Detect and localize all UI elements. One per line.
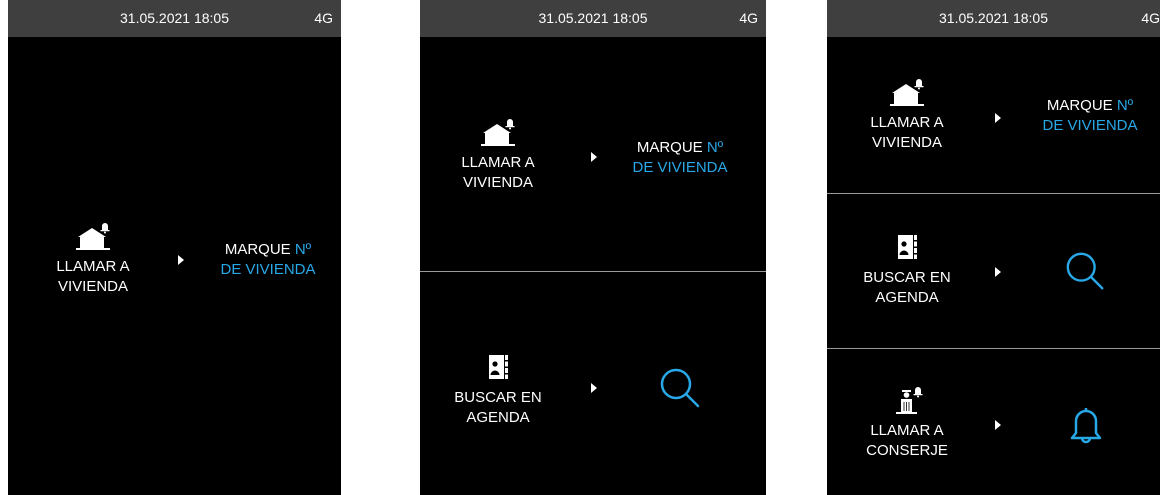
hint-number: Nº	[294, 241, 312, 258]
arrow-right-icon	[591, 152, 597, 162]
hint-text: MARQUE	[1046, 97, 1117, 114]
call-residence-option[interactable]: LLAMAR A VIVIENDA	[862, 79, 952, 153]
status-network: 4G	[739, 10, 758, 26]
hint-text: MARQUE	[224, 241, 295, 258]
intercom-screen-1: 31.05.2021 18:05 4G LLAMAR A VIVIENDA MA…	[8, 0, 341, 495]
hint-residence: DE VIVIENDA	[1042, 117, 1138, 134]
option-call-concierge[interactable]: LLAMAR A CONSERJE	[827, 349, 1160, 495]
status-datetime: 31.05.2021 18:05	[120, 10, 229, 26]
dial-hint: MARQUE Nº DE VIVIENDA	[1029, 96, 1151, 136]
arrow-right-icon	[995, 113, 1001, 123]
house-bell-icon	[481, 119, 515, 146]
hint-residence: DE VIVIENDA	[220, 261, 316, 278]
search-directory-option[interactable]: BUSCAR EN AGENDA	[453, 354, 543, 428]
option-call-residence[interactable]: LLAMAR A VIVIENDA MARQUE Nº DE VIVIENDA	[8, 37, 341, 495]
address-book-icon	[898, 235, 917, 259]
arrow-right-icon	[995, 420, 1001, 430]
status-network: 4G	[1141, 10, 1160, 26]
option-label: BUSCAR EN AGENDA	[863, 269, 951, 306]
option-call-residence[interactable]: LLAMAR A VIVIENDA MARQUE Nº DE VIVIENDA	[420, 37, 766, 271]
search-directory-option[interactable]: BUSCAR EN AGENDA	[862, 234, 952, 308]
option-search-directory[interactable]: BUSCAR EN AGENDA	[827, 194, 1160, 348]
hint-residence: DE VIVIENDA	[632, 159, 728, 176]
intercom-screen-3: 31.05.2021 18:05 4G LLAMAR A VIVIENDA MA…	[827, 0, 1160, 495]
status-network: 4G	[314, 10, 333, 26]
hint-number: Nº	[706, 139, 724, 156]
call-residence-option[interactable]: LLAMAR A VIVIENDA	[453, 119, 543, 193]
option-label: LLAMAR A VIVIENDA	[870, 114, 944, 151]
house-bell-icon	[76, 223, 110, 250]
dial-hint: MARQUE Nº DE VIVIENDA	[208, 240, 328, 280]
arrow-right-icon	[591, 383, 597, 393]
dial-hint: MARQUE Nº DE VIVIENDA	[617, 138, 743, 178]
address-book-icon	[489, 355, 508, 379]
option-label: LLAMAR A VIVIENDA	[56, 258, 130, 295]
option-label: BUSCAR EN AGENDA	[454, 389, 542, 426]
status-bar: 31.05.2021 18:05 4G	[8, 0, 341, 37]
option-search-directory[interactable]: BUSCAR EN AGENDA	[420, 272, 766, 495]
hint-number: Nº	[1116, 97, 1134, 114]
status-datetime: 31.05.2021 18:05	[538, 10, 648, 26]
intercom-screen-2: 31.05.2021 18:05 4G LLAMAR A VIVIENDA MA…	[420, 0, 766, 495]
call-residence-option[interactable]: LLAMAR A VIVIENDA	[48, 223, 138, 297]
call-concierge-option[interactable]: LLAMAR A CONSERJE	[862, 387, 952, 461]
status-bar: 31.05.2021 18:05 4G	[827, 0, 1160, 37]
house-bell-icon	[890, 79, 924, 106]
status-datetime: 31.05.2021 18:05	[939, 10, 1048, 26]
status-bar: 31.05.2021 18:05 4G	[420, 0, 766, 37]
search-icon[interactable]	[658, 366, 704, 412]
arrow-right-icon	[995, 267, 1001, 277]
search-icon[interactable]	[1064, 250, 1108, 294]
bell-icon[interactable]	[1068, 405, 1104, 445]
option-call-residence[interactable]: LLAMAR A VIVIENDA MARQUE Nº DE VIVIENDA	[827, 37, 1160, 193]
option-label: LLAMAR A VIVIENDA	[461, 154, 535, 191]
hint-text: MARQUE	[636, 139, 707, 156]
concierge-icon	[896, 387, 923, 414]
option-label: LLAMAR A CONSERJE	[866, 422, 948, 459]
arrow-right-icon	[178, 255, 184, 265]
